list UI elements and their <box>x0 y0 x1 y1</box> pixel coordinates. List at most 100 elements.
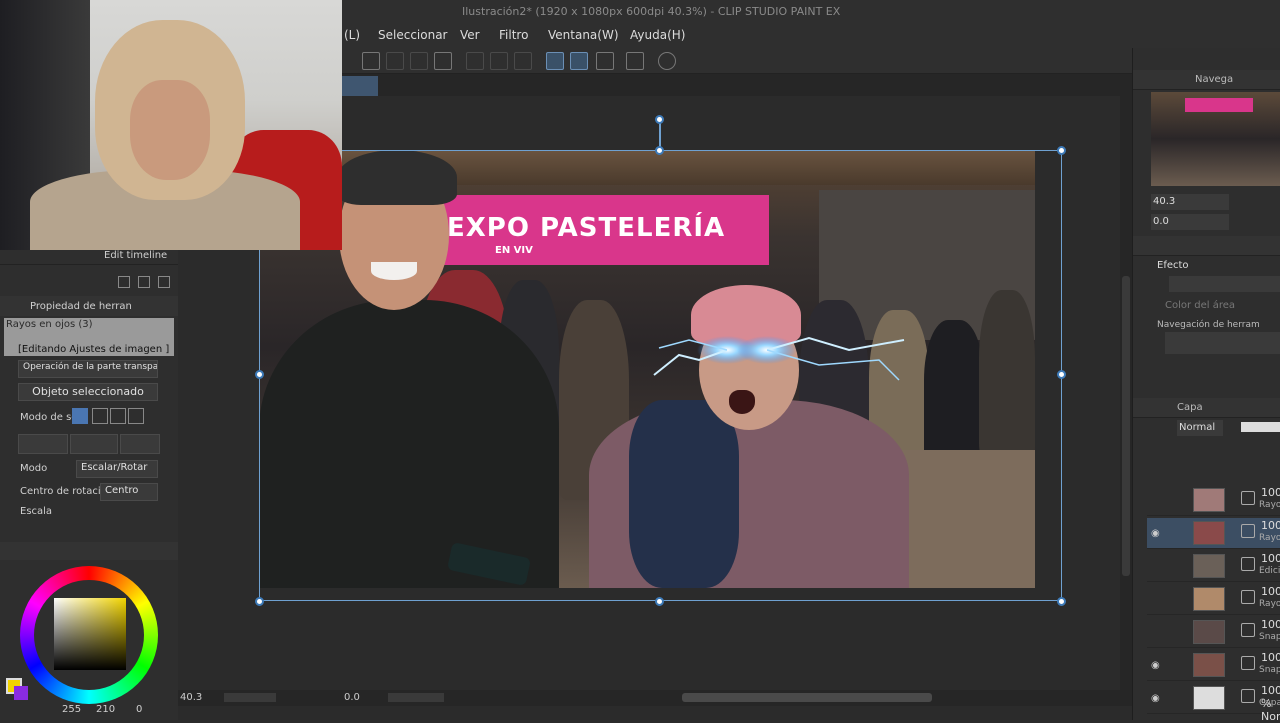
navigator-rotation: 0.0 <box>1153 216 1169 227</box>
layer-row[interactable]: ◉ 100Snaps <box>1147 650 1280 681</box>
select-mode-btn-2[interactable] <box>92 408 108 424</box>
layer-row[interactable]: 100Rayos <box>1147 485 1280 516</box>
edit-timeline-label[interactable]: Edit timeline <box>104 250 167 261</box>
handle-left[interactable] <box>255 370 264 379</box>
horizontal-scroll-thumb[interactable] <box>682 693 932 702</box>
fill-icon[interactable] <box>410 52 428 70</box>
menu-help[interactable]: Ayuda(H) <box>630 28 685 42</box>
layer-thumbnail <box>1193 488 1225 512</box>
eye-icon[interactable]: ◉ <box>1151 660 1160 671</box>
mode-label: Modo <box>20 463 48 474</box>
flip-vertical-button[interactable] <box>120 434 160 454</box>
layer-opacity: 100 <box>1261 552 1280 565</box>
saturation-square[interactable] <box>54 598 126 670</box>
handle-right[interactable] <box>1057 370 1066 379</box>
fill-selection-icon[interactable] <box>514 52 532 70</box>
handle-bottom-left[interactable] <box>255 597 264 606</box>
transform-bounding-box[interactable] <box>259 150 1062 601</box>
layer-mask-icon <box>1241 557 1255 571</box>
flip-horizontal-button[interactable] <box>70 434 118 454</box>
handle-bottom-right[interactable] <box>1057 597 1066 606</box>
handle-top-right[interactable] <box>1057 146 1066 155</box>
menu-filter[interactable]: Filtro <box>499 28 528 42</box>
layer-tool-buttons[interactable] <box>1163 460 1280 476</box>
menu-layer[interactable]: (L) <box>344 28 360 42</box>
layer-name: Capa 1 <box>1259 698 1280 708</box>
layer-thumbnail <box>1193 686 1225 710</box>
sub-color-swatch[interactable] <box>14 686 28 700</box>
gear-icon[interactable] <box>362 52 380 70</box>
menu-window[interactable]: Ventana(W) <box>548 28 619 42</box>
layer-row[interactable]: ◉ 100Rayos <box>1147 518 1280 549</box>
ruler-icon[interactable] <box>596 52 614 70</box>
divider <box>0 264 178 265</box>
blend-mode-select[interactable]: Normal <box>1177 420 1223 436</box>
document-tab[interactable] <box>342 76 378 96</box>
select-mode-btn-4[interactable] <box>128 408 144 424</box>
layer-mask-icon <box>1241 590 1255 604</box>
snap-special-icon[interactable] <box>570 52 588 70</box>
select-mode-btn-1[interactable] <box>72 408 88 424</box>
mode-select[interactable]: Escalar/Rotar <box>76 460 158 478</box>
scale-label: Escala <box>20 506 53 517</box>
layer-info-box: Rayos en ojos (3) [Editando Ajustes de i… <box>4 318 174 356</box>
layer-row[interactable]: 100Rayos <box>1147 584 1280 615</box>
new-icon[interactable] <box>118 276 130 288</box>
tool-nav-button[interactable] <box>1165 332 1280 354</box>
layer-name: Snaps <box>1259 665 1280 675</box>
layer-row[interactable]: 100Snaps <box>1147 617 1280 648</box>
layer-mask-icon <box>1241 689 1255 703</box>
crop-icon[interactable] <box>434 52 452 70</box>
layer-row[interactable]: ◉100 % NorCapa 1 <box>1147 683 1280 723</box>
color-r-value: 255 <box>62 704 82 715</box>
layer-name: Rayos <box>1259 500 1280 510</box>
rotation-handle[interactable] <box>655 115 664 124</box>
zoom-slider[interactable] <box>224 693 276 702</box>
select-mode-label: Modo de se <box>20 412 78 423</box>
clear-outside-icon[interactable] <box>490 52 508 70</box>
help-icon[interactable] <box>658 52 676 70</box>
blend-mode-value: Normal <box>1179 422 1216 433</box>
layer-row[interactable]: 100Edició <box>1147 551 1280 582</box>
command-bar <box>342 48 1132 74</box>
eye-icon[interactable]: ◉ <box>1151 528 1160 539</box>
menu-select[interactable]: Seleccionar <box>378 28 447 42</box>
layer-mask-icon <box>1241 524 1255 538</box>
copy-icon[interactable] <box>138 276 150 288</box>
transparent-op-select[interactable]: Operación de la parte transparente <box>18 360 158 378</box>
menu-view[interactable]: Ver <box>460 28 480 42</box>
navigator-zoom-field[interactable]: 40.3 <box>1151 194 1229 210</box>
navigator-rotation-field[interactable]: 0.0 <box>1151 214 1229 230</box>
clear-icon[interactable] <box>466 52 484 70</box>
status-zoom[interactable]: 40.3 <box>180 692 202 703</box>
webcam-overlay <box>0 0 342 250</box>
settings-icon[interactable] <box>626 52 644 70</box>
editing-label: [Editando Ajustes de imagen ] <box>18 344 170 355</box>
opacity-slider[interactable] <box>1241 422 1280 432</box>
layer-opacity: 100 <box>1261 618 1280 631</box>
selected-object-select[interactable]: Objeto seleccionado <box>18 383 158 401</box>
layer-panel-title: Capa <box>1177 402 1203 413</box>
title-bar: Ilustración2* (1920 x 1080px 600dpi 40.3… <box>342 0 1280 24</box>
snap-ruler-icon[interactable] <box>546 52 564 70</box>
transform-icon[interactable] <box>386 52 404 70</box>
handle-bottom[interactable] <box>655 597 664 606</box>
rotation-slider[interactable] <box>388 693 444 702</box>
rotation-center-select[interactable]: Centro <box>100 483 158 501</box>
window-title: Ilustración2* (1920 x 1080px 600dpi 40.3… <box>462 5 841 18</box>
navigator-preview[interactable] <box>1151 92 1280 186</box>
webcam-face <box>130 80 210 180</box>
status-rotation[interactable]: 0.0 <box>344 692 360 703</box>
effect-title: Efecto <box>1157 260 1189 271</box>
layer-thumbnail <box>1193 554 1225 578</box>
select-mode-btn-3[interactable] <box>110 408 126 424</box>
eye-icon[interactable]: ◉ <box>1151 693 1160 704</box>
delete-icon[interactable] <box>158 276 170 288</box>
canvas-vertical-scrollbar[interactable] <box>1120 96 1132 690</box>
reset-button[interactable] <box>18 434 68 454</box>
effect-buttons[interactable] <box>1169 276 1280 292</box>
layer-opacity: 100 <box>1261 585 1280 598</box>
handle-top[interactable] <box>655 146 664 155</box>
layer-panel-header: Capa <box>1133 398 1280 418</box>
scroll-thumb[interactable] <box>1122 276 1130 576</box>
